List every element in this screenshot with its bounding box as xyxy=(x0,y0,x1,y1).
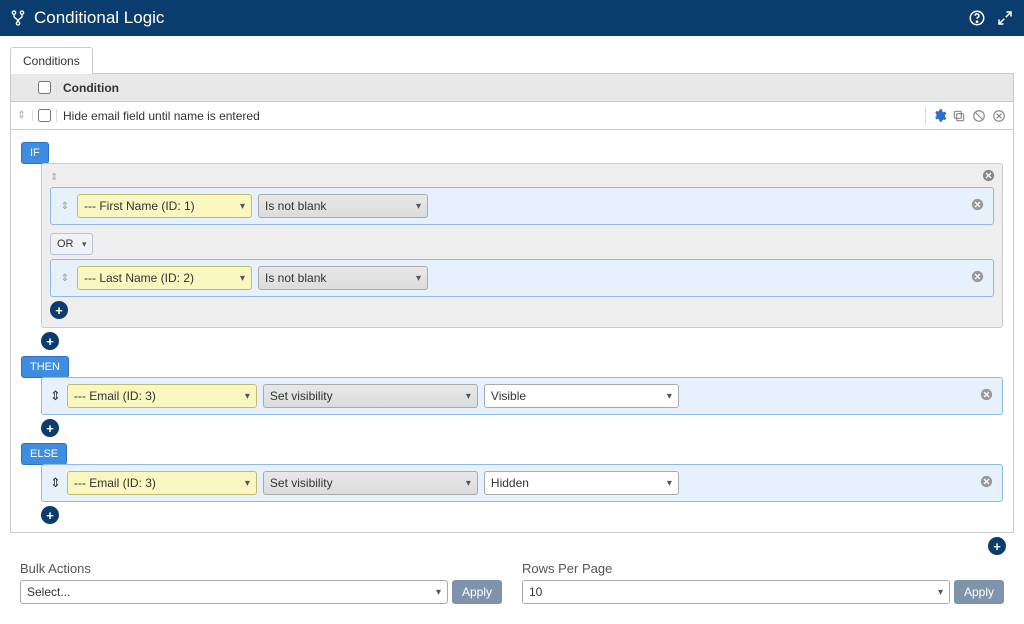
row-check-col xyxy=(33,109,57,122)
then-label: THEN xyxy=(21,356,69,378)
operator-select[interactable]: Is not blank xyxy=(258,194,428,218)
then-action-1: ⇕ --- Email (ID: 3) Set visibility Visib… xyxy=(41,377,1003,415)
rows-per-page-select[interactable]: 10 xyxy=(522,580,950,604)
conditions-table: Condition ⇕ Hide email field until name … xyxy=(10,74,1014,533)
delete-icon[interactable] xyxy=(990,107,1008,125)
if-label: IF xyxy=(21,142,49,164)
rows-per-page-group: Rows Per Page 10 Apply xyxy=(522,561,1004,604)
remove-rule-icon[interactable] xyxy=(970,197,985,215)
if-section: IF ⇕ ⇕ --- First Name (ID: 1) Is not bla… xyxy=(21,142,1003,350)
tab-conditions[interactable]: Conditions xyxy=(10,47,93,74)
add-group-button[interactable]: + xyxy=(41,332,59,350)
bulk-apply-button[interactable]: Apply xyxy=(452,580,502,604)
rule-drag-icon[interactable]: ⇕ xyxy=(59,201,71,212)
remove-rule-icon[interactable] xyxy=(970,269,985,287)
page-title: Conditional Logic xyxy=(34,8,164,28)
fork-icon xyxy=(10,10,26,26)
else-section: ELSE ⇕ --- Email (ID: 3) Set visibility … xyxy=(21,443,1003,524)
col-condition: Condition xyxy=(57,81,925,95)
select-all-col xyxy=(33,81,57,94)
rows-apply-button[interactable]: Apply xyxy=(954,580,1004,604)
remove-action-icon[interactable] xyxy=(979,474,994,492)
add-else-action-button[interactable]: + xyxy=(41,506,59,524)
else-label: ELSE xyxy=(21,443,67,465)
gear-icon[interactable] xyxy=(930,107,948,125)
app-header: Conditional Logic xyxy=(0,0,1024,36)
add-then-action-button[interactable]: + xyxy=(41,419,59,437)
if-rule-1: ⇕ --- First Name (ID: 1) Is not blank xyxy=(50,187,994,225)
field-select[interactable]: --- Email (ID: 3) xyxy=(67,471,257,495)
expand-icon[interactable] xyxy=(996,9,1014,27)
select-all-checkbox[interactable] xyxy=(38,81,51,94)
add-rule-button[interactable]: + xyxy=(50,301,68,319)
row-checkbox[interactable] xyxy=(38,109,51,122)
action-select[interactable]: Set visibility xyxy=(263,384,478,408)
add-condition-row: + xyxy=(10,533,1014,555)
condition-name[interactable]: Hide email field until name is entered xyxy=(57,109,925,123)
tab-strip: Conditions xyxy=(10,46,1014,74)
row-actions xyxy=(925,107,1013,125)
logic-editor: IF ⇕ ⇕ --- First Name (ID: 1) Is not bla… xyxy=(11,130,1013,532)
logic-op-select[interactable]: OR xyxy=(50,233,93,255)
action-select[interactable]: Set visibility xyxy=(263,471,478,495)
field-select[interactable]: --- Email (ID: 3) xyxy=(67,384,257,408)
rule-drag-icon[interactable]: ⇕ xyxy=(50,388,61,404)
group-drag-icon[interactable]: ⇕ xyxy=(50,172,994,183)
table-header: Condition xyxy=(11,74,1013,102)
bulk-actions-group: Bulk Actions Select... Apply xyxy=(20,561,502,604)
value-select[interactable]: Visible xyxy=(484,384,679,408)
drag-handle-icon[interactable]: ⇕ xyxy=(11,110,33,121)
remove-group-icon[interactable] xyxy=(981,168,996,186)
operator-select[interactable]: Is not blank xyxy=(258,266,428,290)
else-action-1: ⇕ --- Email (ID: 3) Set visibility Hidde… xyxy=(41,464,1003,502)
main: Conditions Condition ⇕ Hide email field … xyxy=(0,36,1024,624)
value-select[interactable]: Hidden xyxy=(484,471,679,495)
disable-icon[interactable] xyxy=(970,107,988,125)
header-left: Conditional Logic xyxy=(10,8,164,28)
help-icon[interactable] xyxy=(968,9,986,27)
remove-action-icon[interactable] xyxy=(979,387,994,405)
then-section: THEN ⇕ --- Email (ID: 3) Set visibility … xyxy=(21,356,1003,437)
field-select[interactable]: --- First Name (ID: 1) xyxy=(77,194,252,218)
rule-drag-icon[interactable]: ⇕ xyxy=(59,273,71,284)
rule-drag-icon[interactable]: ⇕ xyxy=(50,475,61,491)
field-select[interactable]: --- Last Name (ID: 2) xyxy=(77,266,252,290)
bulk-actions-select[interactable]: Select... xyxy=(20,580,448,604)
if-rules-group: ⇕ ⇕ --- First Name (ID: 1) Is not blank … xyxy=(41,163,1003,328)
bottom-bar: Bulk Actions Select... Apply Rows Per Pa… xyxy=(10,555,1014,614)
header-actions xyxy=(968,9,1014,27)
rows-per-page-label: Rows Per Page xyxy=(522,561,1004,576)
if-rule-2: ⇕ --- Last Name (ID: 2) Is not blank xyxy=(50,259,994,297)
add-condition-button[interactable]: + xyxy=(988,537,1006,555)
bulk-actions-label: Bulk Actions xyxy=(20,561,502,576)
duplicate-icon[interactable] xyxy=(950,107,968,125)
table-row: ⇕ Hide email field until name is entered xyxy=(11,102,1013,130)
